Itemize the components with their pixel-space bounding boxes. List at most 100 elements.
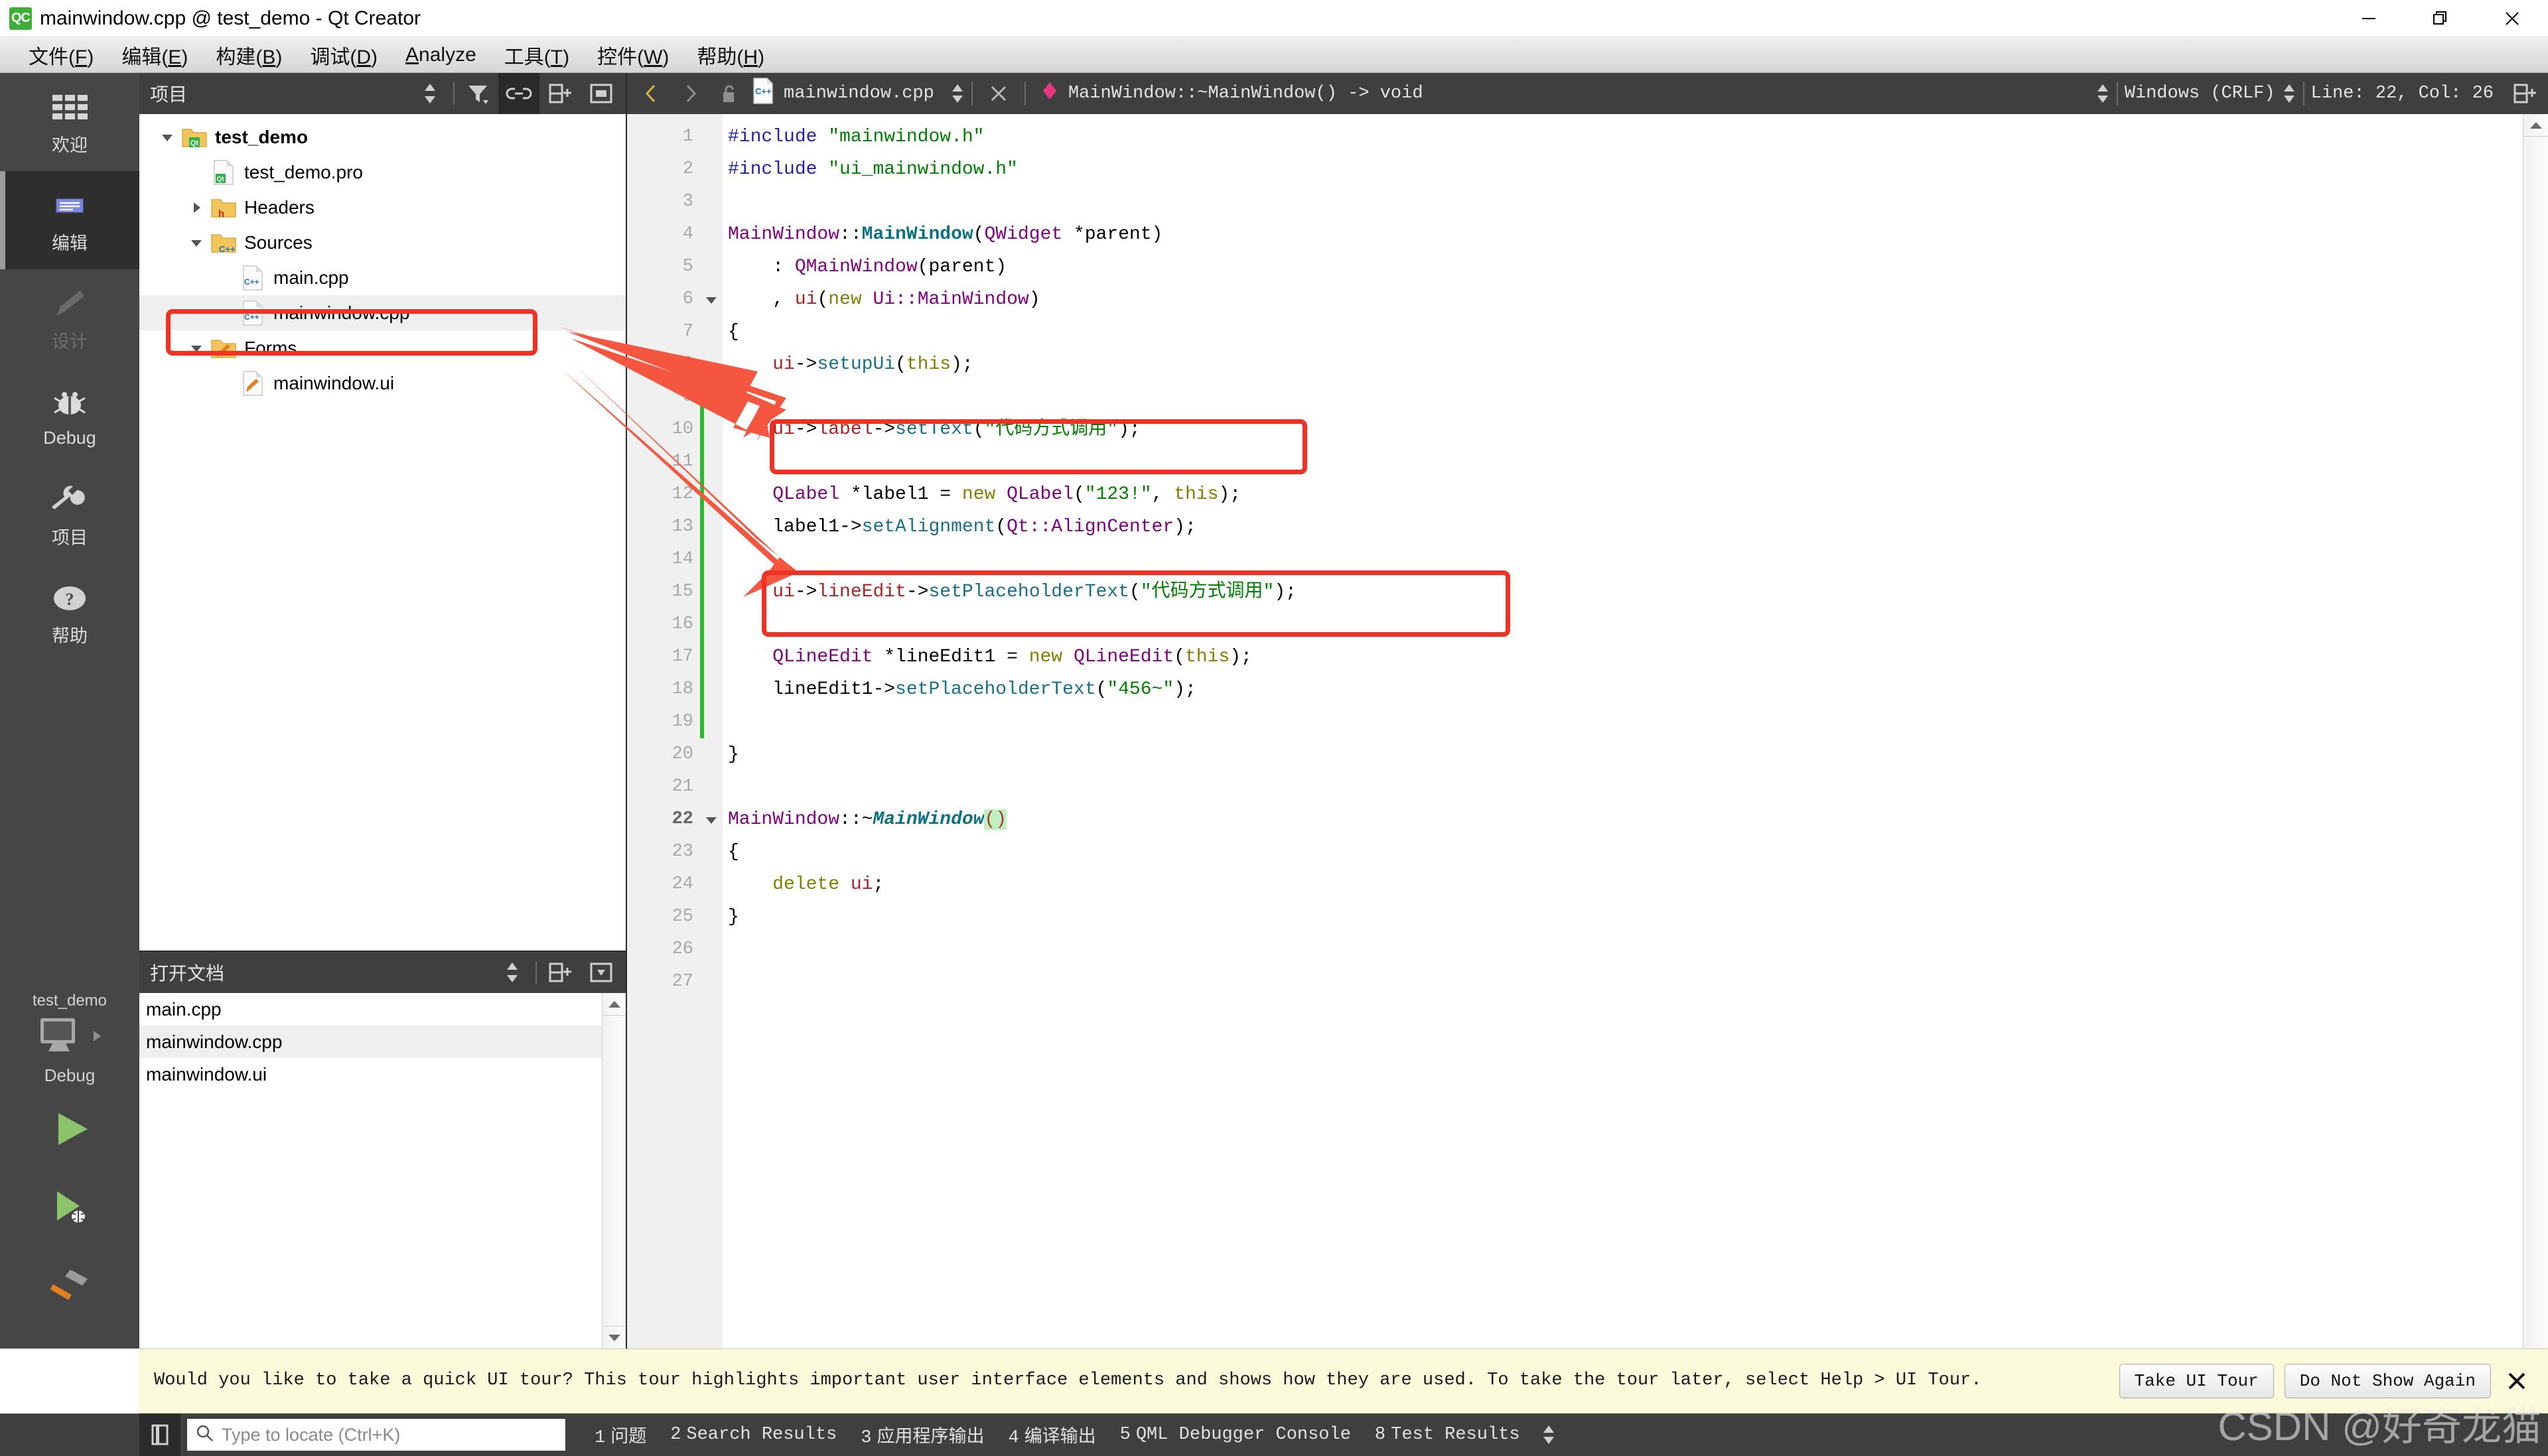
fold-collapse-icon[interactable]: [700, 803, 723, 836]
close-document-icon[interactable]: [979, 73, 1018, 114]
minimize-button[interactable]: [2333, 0, 2405, 37]
chevron-down-icon[interactable]: [183, 235, 210, 251]
open-documents-scrollbar[interactable]: [602, 993, 626, 1349]
symbol-selector[interactable]: MainWindow::~MainWindow() -> void: [1040, 80, 1423, 107]
locator-input[interactable]: Type to locate (Ctrl+K): [187, 1419, 565, 1451]
chevron-right-icon[interactable]: [183, 200, 210, 216]
menu-tools[interactable]: 工具(T): [490, 38, 583, 72]
code-line[interactable]: MainWindow::MainWindow(QWidget *parent): [723, 218, 2523, 251]
editor-scroll-up-icon[interactable]: [2523, 114, 2548, 137]
mode-projects[interactable]: 项目: [0, 466, 139, 564]
tree-item-forms[interactable]: Forms: [139, 330, 626, 365]
chevron-right-icon[interactable]: [90, 1027, 104, 1048]
link-with-editor-icon[interactable]: [498, 73, 539, 114]
do-not-show-again-button[interactable]: Do Not Show Again: [2284, 1364, 2491, 1398]
mode-help[interactable]: ? 帮助: [0, 564, 139, 662]
code-line[interactable]: ui->setupUi(this);: [723, 348, 2523, 381]
code-line[interactable]: }: [723, 901, 2523, 933]
code-line[interactable]: [723, 543, 2523, 576]
unlocked-icon[interactable]: [709, 73, 748, 114]
kit-selector[interactable]: test_demo Debug: [0, 992, 139, 1090]
line-ending-spin-icon[interactable]: [2282, 82, 2297, 105]
tree-item-test_demo_pro[interactable]: Qt test_demo.pro: [139, 155, 626, 190]
code-line[interactable]: delete ui;: [723, 868, 2523, 901]
scroll-track[interactable]: [602, 1016, 626, 1326]
editor-split-add-icon[interactable]: [2506, 73, 2544, 114]
code-line[interactable]: QLineEdit *lineEdit1 = new QLineEdit(thi…: [723, 641, 2523, 673]
output-tab-3[interactable]: 3 应用程序输出: [849, 1422, 996, 1448]
code-line[interactable]: [723, 446, 2523, 478]
output-tab-4[interactable]: 4 编译输出: [996, 1422, 1107, 1448]
code-line[interactable]: : QMainWindow(parent): [723, 251, 2523, 283]
tree-item-sources[interactable]: C++ Sources: [139, 225, 626, 260]
code-line[interactable]: [723, 608, 2523, 641]
open-document-mainwindow_ui[interactable]: mainwindow.ui: [139, 1058, 602, 1091]
code-line[interactable]: {: [723, 316, 2523, 348]
code-line[interactable]: ui->label->setText("代码方式调用");: [723, 413, 2523, 446]
menu-analyze[interactable]: Analyze: [391, 41, 490, 69]
output-tab-2[interactable]: 2 Search Results: [658, 1425, 849, 1445]
menu-edit[interactable]: 编辑(E): [107, 38, 202, 72]
maximize-restore-button[interactable]: [2405, 0, 2476, 37]
od-panel-dropdown-icon[interactable]: [581, 952, 622, 993]
code-line[interactable]: [723, 186, 2523, 218]
sync-selector-icon[interactable]: [409, 73, 451, 114]
mode-debug[interactable]: Debug: [0, 367, 139, 466]
split-add-icon[interactable]: [539, 73, 581, 114]
build-button[interactable]: [0, 1246, 139, 1325]
code-line[interactable]: , ui(new Ui::MainWindow): [723, 283, 2523, 316]
tree-item-main_cpp[interactable]: C++ main.cpp: [139, 260, 626, 295]
take-ui-tour-button[interactable]: Take UI Tour: [2119, 1364, 2274, 1398]
menu-build[interactable]: 构建(B): [202, 38, 296, 72]
code-line[interactable]: [723, 933, 2523, 966]
editor-file-selector[interactable]: C++ mainwindow.cpp: [752, 77, 965, 111]
mode-welcome[interactable]: 欢迎: [0, 73, 139, 171]
code-line[interactable]: ui->lineEdit->setPlaceholderText("代码方式调用…: [723, 576, 2523, 608]
scroll-down-icon[interactable]: [602, 1326, 626, 1349]
scroll-up-icon[interactable]: [602, 993, 626, 1016]
menu-debug[interactable]: 调试(D): [296, 38, 391, 72]
run-button[interactable]: [0, 1090, 139, 1168]
code-line[interactable]: }: [723, 738, 2523, 771]
tree-item-headers[interactable]: h Headers: [139, 190, 626, 225]
code-text-area[interactable]: #include "mainwindow.h" #include "ui_main…: [723, 114, 2523, 1349]
code-line[interactable]: #include "mainwindow.h": [723, 121, 2523, 153]
open-document-mainwindow_cpp[interactable]: mainwindow.cpp: [139, 1026, 602, 1058]
fold-collapse-icon[interactable]: [700, 283, 723, 316]
chevron-down-icon[interactable]: [183, 340, 210, 356]
editor-scroll-track[interactable]: [2523, 137, 2548, 1349]
code-line[interactable]: [723, 706, 2523, 738]
code-line[interactable]: MainWindow::~MainWindow(): [723, 803, 2523, 836]
output-tab-5[interactable]: 5 QML Debugger Console: [1108, 1425, 1363, 1445]
code-line[interactable]: [723, 966, 2523, 998]
code-line[interactable]: {: [723, 836, 2523, 868]
panel-close-icon[interactable]: [581, 73, 622, 114]
open-documents-list[interactable]: main.cpp mainwindow.cpp mainwindow.ui: [139, 993, 626, 1349]
tree-item-mainwindow_ui[interactable]: mainwindow.ui: [139, 365, 626, 401]
symbol-spin-icon[interactable]: [2095, 82, 2110, 105]
chevron-left-icon[interactable]: [632, 73, 671, 114]
close-button[interactable]: [2476, 0, 2548, 37]
menu-help[interactable]: 帮助(H): [683, 38, 778, 72]
code-line[interactable]: label1->setAlignment(Qt::AlignCenter);: [723, 511, 2523, 543]
output-tab-1[interactable]: 1 问题: [583, 1422, 658, 1448]
mode-design[interactable]: 设计: [0, 269, 139, 367]
fold-column[interactable]: [700, 114, 723, 1349]
mode-edit[interactable]: 编辑: [0, 171, 139, 269]
notification-close-icon[interactable]: [2498, 1370, 2536, 1392]
filter-icon[interactable]: [457, 73, 498, 114]
menu-file[interactable]: 文件(F): [15, 38, 107, 72]
editor-file-spin-icon[interactable]: [950, 82, 965, 105]
code-line[interactable]: [723, 381, 2523, 413]
chevron-right-icon[interactable]: [671, 73, 709, 114]
chevron-down-icon[interactable]: [154, 129, 180, 145]
od-split-add-icon[interactable]: [539, 952, 581, 993]
tree-item-test_demo[interactable]: Qt test_demo: [139, 119, 626, 155]
editor-scrollbar[interactable]: [2523, 114, 2548, 1349]
tree-item-mainwindow_cpp[interactable]: C++ mainwindow.cpp: [139, 295, 626, 330]
code-line[interactable]: [723, 771, 2523, 803]
output-tab-8[interactable]: 8 Test Results: [1363, 1425, 1532, 1445]
code-line[interactable]: lineEdit1->setPlaceholderText("456~");: [723, 673, 2523, 706]
code-line[interactable]: QLabel *label1 = new QLabel("123!", this…: [723, 478, 2523, 511]
menu-widgets[interactable]: 控件(W): [583, 38, 683, 72]
